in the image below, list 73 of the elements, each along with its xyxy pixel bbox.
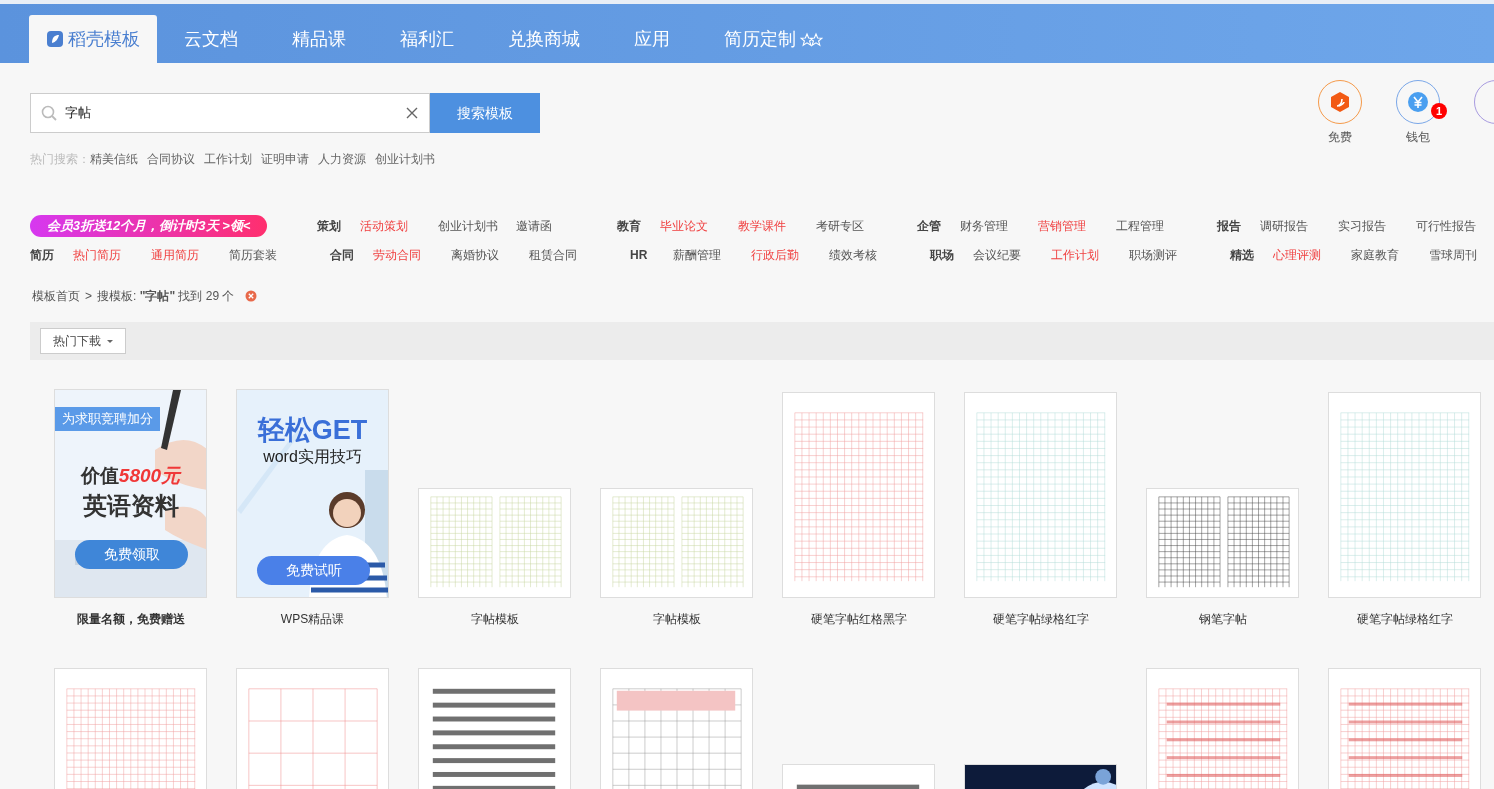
shortcut-label: 免费 [1328,129,1352,146]
category-link[interactable]: 教学课件 [738,216,816,235]
hot-search-link[interactable]: 精美信纸 [90,152,138,166]
category-label: HR [630,246,649,264]
caret-icon [107,339,113,343]
clear-icon[interactable] [245,290,258,302]
notification-badge: 1 [1431,103,1447,119]
category-link[interactable]: 通用简历 [151,245,229,264]
hot-search-link[interactable]: 证明申请 [261,152,309,166]
category-link[interactable]: 邀请函 [516,216,594,235]
template-title[interactable]: 字帖模板 [470,610,519,628]
category-link[interactable]: 职场测评 [1129,245,1207,264]
template-title[interactable]: 限量名额，免费赠送 [76,610,185,628]
category-link[interactable]: 创业计划书 [438,216,516,235]
category-label: 企管 [917,217,942,235]
hot-search-link[interactable]: 人力资源 [318,152,366,166]
category-link[interactable]: 考研专区 [816,216,894,235]
category-link[interactable]: 可行性报告 [1416,216,1494,235]
category-link[interactable]: 调研报告 [1260,216,1338,235]
template-title[interactable]: WPS精品课 [280,610,345,628]
breadcrumb-link[interactable]: 模板首页 [32,287,80,305]
shortcut-label: 钱包 [1406,129,1430,146]
ad-subline: 英语资料 [81,491,180,521]
category-link[interactable]: 实习报告 [1338,216,1416,235]
ad-tag: 为求职竞聘加分 [55,407,160,431]
breadcrumb-separator: > [85,288,92,305]
category-link[interactable]: 毕业论文 [660,216,738,235]
category-link[interactable]: 雪球周刊 [1429,245,1494,264]
search-field[interactable]: 字帖 [30,93,430,133]
category-label: 精选 [1230,246,1255,264]
category-label: 教育 [617,217,642,235]
category-label: 策划 [317,217,342,235]
clear-icon[interactable] [406,107,418,119]
category-label: 职场 [930,246,955,264]
promo-banner[interactable]: 会员3折送12个月，倒计时3天 >领< [30,214,267,237]
hot-search-link[interactable]: 创业计划书 [375,152,435,166]
hot-search-link[interactable]: 合同协议 [147,152,195,166]
category-link[interactable]: 租赁合同 [529,245,607,264]
search-icon [41,105,57,121]
category-link[interactable]: 行政后勤 [751,245,829,264]
template-title[interactable]: 硬笔字帖绿格红字 [1356,610,1453,628]
category-link[interactable]: 绩效考核 [829,245,907,264]
category-link[interactable]: 薪酬管理 [673,245,751,264]
template-title[interactable]: 钢笔字帖 [1198,610,1247,628]
category-label: 简历 [30,246,55,264]
result-summary: 搜模板: "字帖" 找到 29 个 [97,288,235,305]
ad-headline: 轻松GET [256,414,369,447]
category-link[interactable]: 心理评测 [1273,245,1351,264]
ad-button[interactable]: 免费领取 [75,540,188,569]
hot-search-link[interactable]: 工作计划 [204,152,252,166]
category-link[interactable]: 工作计划 [1051,245,1129,264]
template-title[interactable]: 字帖模板 [652,610,701,628]
sort-dropdown[interactable]: 热门下載 [40,328,126,354]
category-label: 报告 [1217,217,1242,235]
template-title[interactable]: 硬笔字帖绿格红字 [992,610,1089,628]
category-link[interactable]: 简历套装 [229,245,307,264]
category-label: 合同 [330,246,355,264]
ad-button[interactable]: 免费试听 [257,556,370,585]
category-link[interactable]: 会议纪要 [973,245,1051,264]
category-link[interactable]: 工程管理 [1116,216,1194,235]
category-link[interactable]: 家庭教育 [1351,245,1429,264]
ad-subline: word实用技巧 [262,447,363,467]
template-title[interactable]: 硬笔字帖红格黑字 [810,610,907,628]
nav-tab[interactable]: 稻壳模板 [29,15,157,63]
category-link[interactable]: 营销管理 [1038,216,1116,235]
category-link[interactable]: 热门简历 [73,245,151,264]
category-link[interactable]: 劳动合同 [373,245,451,264]
yen-icon [1407,91,1429,113]
ad-headline: 价值5800元 [79,464,183,488]
category-link[interactable]: 活动策划 [360,216,438,235]
flame-icon [1329,91,1351,113]
category-link[interactable]: 财务管理 [960,216,1038,235]
category-link[interactable]: 离婚协议 [451,245,529,264]
